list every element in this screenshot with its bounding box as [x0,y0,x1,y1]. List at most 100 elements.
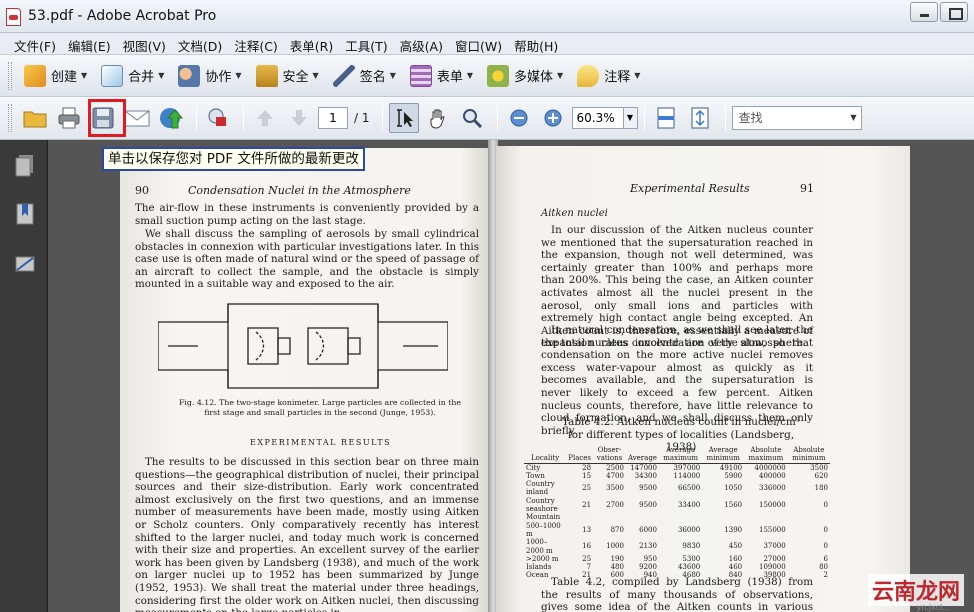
comment-button[interactable]: 注释 ▼ [573,59,644,93]
table-cell: 3500 [810,463,828,472]
bookmarks-panel-icon[interactable] [14,202,36,226]
upload-button[interactable] [156,103,186,133]
secure-button[interactable]: 安全 ▼ [252,59,323,93]
zoom-in-button[interactable] [538,103,568,133]
menu-file[interactable]: 文件(F) [8,33,62,54]
table-cell: 2500 [606,463,624,472]
table-cell [659,513,702,521]
create-button[interactable]: 创建 ▼ [20,59,91,93]
arrow-down-icon [291,110,307,126]
table-cell: 15 [582,471,592,480]
print-button[interactable] [54,103,84,133]
open-button[interactable] [20,103,50,133]
table-cell: 36000 [677,525,701,534]
table-cell: 21 [582,500,592,509]
pages-panel-icon[interactable] [14,154,36,178]
email-button[interactable] [122,103,152,133]
table-cell: 109000 [758,563,786,572]
document-area[interactable]: 90 Condensation Nuclei in the Atmosphere… [48,140,974,612]
table-cell: 25 [582,484,592,493]
zoom-dropdown[interactable]: ▼ [623,107,638,129]
table-cell: 400000 [758,471,786,480]
text-cursor-icon [396,109,413,127]
table-row: Country inland 25 3500 9500 66500 1050 336000 1… [524,480,830,497]
left-para-2: We shall discuss the sampling of aerosol… [135,228,479,291]
watermark-logo: 云南龙网 [867,574,964,606]
table-row: Mountain [524,513,830,521]
find-review-button[interactable] [203,103,233,133]
arrow-up-icon [257,110,273,126]
page-number-input[interactable]: 1 [318,107,348,129]
table-cell: 336000 [758,484,786,493]
table-cell: 0 [823,525,828,534]
table-cell: 460 [728,563,743,572]
pen-icon [332,64,355,87]
combine-button[interactable]: 合并 ▼ [97,59,168,93]
table-cell [702,513,744,521]
table-cell: 9200 [639,563,657,572]
table-cell: 9830 [682,542,701,551]
scrolling-mode-button[interactable] [651,103,681,133]
select-tool-button[interactable] [388,103,419,133]
menu-document[interactable]: 文档(D) [172,33,228,54]
collaborate-icon [178,64,201,87]
table-cell: 4700 [606,471,624,480]
menu-edit[interactable]: 编辑(E) [62,33,117,54]
multimedia-button[interactable]: 多媒体 ▼ [483,59,567,93]
menu-advanced[interactable]: 高级(A) [394,33,449,54]
menu-help[interactable]: 帮助(H) [508,33,564,54]
title-bar: 53.pdf - Adobe Acrobat Pro [0,0,974,33]
menu-window[interactable]: 窗口(W) [449,33,508,54]
right-para-3: Table 4.2, compiled by Landsberg (1938) … [541,576,813,612]
table-cell: 37000 [763,542,786,551]
aitken-count-table: Locality Places Obser-vations Average Averag… [524,446,830,580]
next-page-button[interactable] [284,103,314,133]
table-cell: 7 [586,563,592,572]
forms-label: 表单 [436,70,463,85]
marquee-zoom-button[interactable] [457,103,487,133]
minimize-button[interactable] [910,2,938,22]
globe-upload-icon [160,108,184,129]
sign-button[interactable]: 签名 ▼ [329,59,400,93]
signatures-panel-icon[interactable] [14,252,36,276]
left-para-1: The air-flow in these instruments is con… [135,202,479,227]
task-toolbar: 创建 ▼ 合并 ▼ 协作 ▼ 安全 ▼ 签名 ▼ 表单 ▼ 多媒体 ▼ 注释 ▼ [0,55,974,97]
left-page-number: 90 [135,184,149,197]
hand-tool-button[interactable] [423,103,453,133]
forms-button[interactable]: 表单 ▼ [406,59,477,93]
figure-caption: Fig. 4.12. The two-stage konimeter. Larg… [178,398,462,417]
page-total: / 1 [354,111,370,125]
fit-page-icon [691,107,708,129]
form-icon [409,64,432,87]
table-cell: 5900 [724,471,743,480]
table-cell: Islands [526,563,552,572]
toolbar-grip[interactable] [8,61,12,90]
table-cell: 1560 [724,500,743,509]
menu-forms[interactable]: 表单(R) [284,33,339,54]
prev-page-button[interactable] [250,103,280,133]
collaborate-button[interactable]: 协作 ▼ [174,59,245,93]
save-tooltip: 单击以保存您对 PDF 文件所做的最新更改 [102,147,365,171]
menu-tools[interactable]: 工具(T) [339,33,393,54]
zoom-level-input[interactable]: 60.3% [571,107,624,129]
scroll-pages-icon [657,107,674,129]
table-cell: 6000 [639,525,657,534]
menu-comments[interactable]: 注释(C) [228,33,283,54]
zoom-out-button[interactable] [504,103,534,133]
left-running-head: Condensation Nuclei in the Atmosphere [188,184,411,197]
menu-view[interactable]: 视图(V) [117,33,172,54]
combine-label: 合并 [128,70,155,85]
fit-page-button[interactable] [685,103,715,133]
toolbar-grip-2[interactable] [8,104,12,132]
table-cell: Country inland [526,480,555,497]
standard-toolbar: 1 / 1 60.3% ▼ 查找 ▼ [0,97,974,140]
restore-button[interactable] [940,2,968,22]
find-dropdown-icon[interactable]: ▼ [850,107,856,129]
table-header-cell: Average minimum [702,446,745,464]
table-cell: 150000 [758,500,786,509]
find-input[interactable]: 查找 ▼ [731,106,862,130]
table-cell: >2000 m [526,554,559,563]
table-cell [593,513,626,521]
section-title: EXPERIMENTAL RESULTS [250,438,392,447]
save-button-highlight [88,99,126,137]
